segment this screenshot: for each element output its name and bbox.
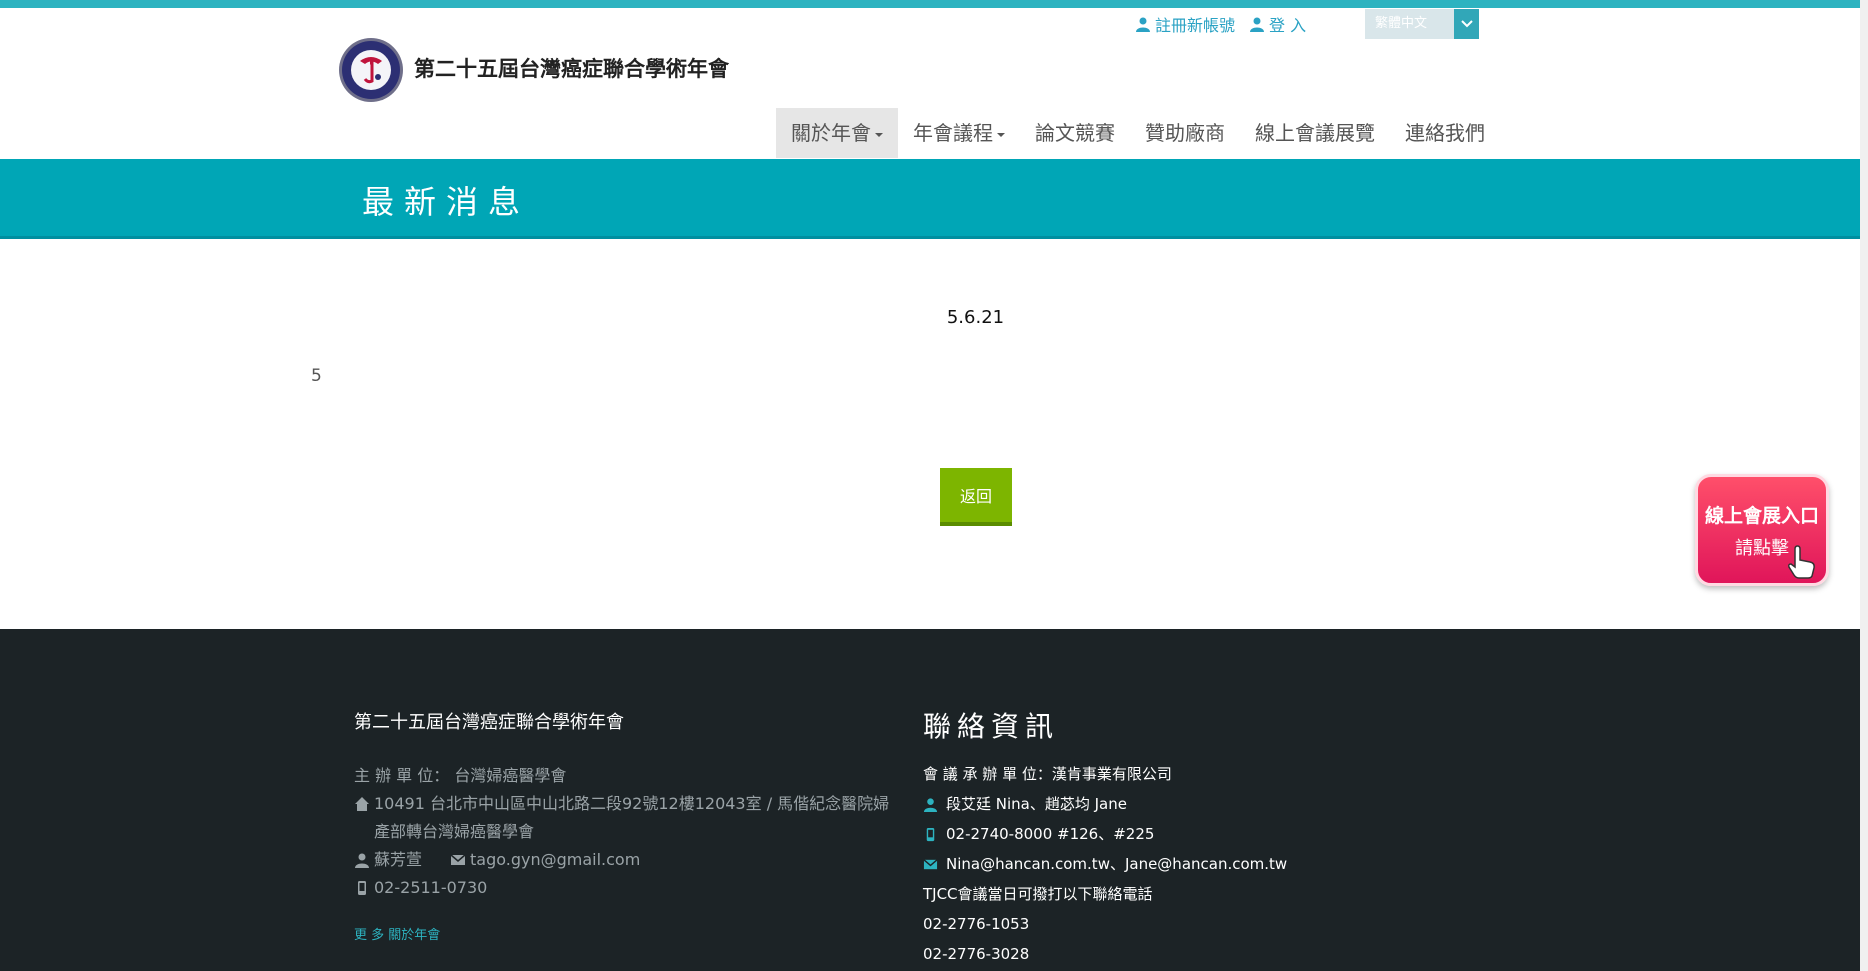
- language-label: 繁體中文: [1375, 16, 1428, 31]
- footer-contact-emails[interactable]: Nina@hancan.com.tw、Jane@hancan.com.tw: [946, 849, 1287, 879]
- nav-online-exhibition[interactable]: 線上會議展覽: [1240, 108, 1390, 158]
- footer-phone-row: 02-2511-0730: [354, 874, 894, 902]
- article-body: 5: [311, 366, 322, 386]
- footer-contact-title: 聯絡資訊: [923, 710, 1060, 743]
- user-icon: [1136, 17, 1150, 32]
- footer-contact-email-row: Nina@hancan.com.tw、Jane@hancan.com.tw: [923, 849, 1423, 879]
- expo-line1: 線上會展入口: [1704, 505, 1819, 527]
- home-icon: [355, 797, 369, 811]
- footer-organizer: 主 辦 單 位： 台灣婦癌醫學會: [354, 766, 567, 785]
- caret-down-icon: [997, 133, 1005, 137]
- nav-agenda[interactable]: 年會議程: [898, 108, 1020, 158]
- nav-contact[interactable]: 連絡我們: [1390, 108, 1500, 158]
- footer-email[interactable]: tago.gyn@gmail.com: [470, 846, 640, 874]
- footer-contact-people: 段艾廷 Nina、趙苾均 Jane: [946, 795, 1127, 813]
- nav-label: 線上會議展覽: [1255, 121, 1375, 145]
- online-expo-button[interactable]: 線上會展入口 請點擊: [1695, 474, 1829, 586]
- nav-label: 關於年會: [791, 121, 871, 145]
- footer-address: 10491 台北市中山區中山北路二段92號12樓12043室 / 馬偕紀念醫院婦…: [374, 794, 890, 841]
- nav-label: 年會議程: [913, 121, 993, 145]
- chevron-down-icon: [1460, 20, 1473, 28]
- nav-label: 贊助廠商: [1145, 121, 1225, 145]
- footer-address-row: 10491 台北市中山區中山北路二段92號12樓12043室 / 馬偕紀念醫院婦…: [354, 790, 894, 846]
- user-icon: [923, 797, 938, 812]
- footer-contact-row: 蘇芳萱 tago.gyn@gmail.com: [354, 846, 894, 874]
- nav-sponsors[interactable]: 贊助廠商: [1130, 108, 1240, 158]
- footer-contact-name: 蘇芳萱: [374, 850, 423, 869]
- back-button[interactable]: 返回: [940, 468, 1012, 526]
- footer-contact-organizer: 會 議 承 辦 單 位：漢肯事業有限公司: [923, 765, 1172, 783]
- footer-contact-phone3: 02-2776-3028: [923, 945, 1030, 963]
- mobile-phone-icon: [358, 881, 366, 895]
- page: 註冊新帳號 登 入 繁體中文 第二十五屆台灣癌症聯合學術年會 關於年會 年會議程…: [0, 0, 1860, 971]
- mobile-phone-icon: [926, 827, 935, 841]
- site-title[interactable]: 第二十五屆台灣癌症聯合學術年會: [414, 53, 729, 83]
- login-label: 登 入: [1269, 16, 1307, 35]
- envelope-icon: [450, 854, 466, 865]
- main-nav: 關於年會 年會議程 論文競賽 贊助廠商 線上會議展覽 連絡我們: [776, 108, 1500, 158]
- language-select[interactable]: 繁體中文: [1365, 9, 1479, 39]
- footer-contact-people-row: 段艾廷 Nina、趙苾均 Jane: [923, 789, 1423, 819]
- account-links: 註冊新帳號 登 入: [1135, 12, 1306, 36]
- page-title: 最新消息: [362, 183, 531, 221]
- register-label: 註冊新帳號: [1155, 16, 1236, 35]
- footer-contact-info: 聯絡資訊 會 議 承 辦 單 位：漢肯事業有限公司 段艾廷 Nina、趙苾均 J…: [923, 705, 1423, 969]
- user-icon: [355, 853, 369, 868]
- nav-about[interactable]: 關於年會: [776, 108, 898, 158]
- top-accent-line: [0, 0, 1860, 8]
- article-title: 5.6.21: [946, 307, 1005, 328]
- page-scrollbar[interactable]: [1860, 0, 1868, 971]
- footer-contact-note: TJCC會議當日可撥打以下聯絡電話: [923, 885, 1153, 903]
- footer-phone: 02-2511-0730: [374, 878, 488, 897]
- language-dropdown-button[interactable]: [1454, 9, 1479, 39]
- caret-down-icon: [875, 133, 883, 137]
- footer-site-title: 第二十五屆台灣癌症聯合學術年會: [354, 712, 624, 733]
- envelope-icon: [923, 858, 938, 869]
- footer-contact-phone-row: 02-2740-8000 #126、#225: [923, 819, 1423, 849]
- user-icon: [1250, 17, 1265, 32]
- footer-contact-phone2: 02-2776-1053: [923, 915, 1030, 933]
- pointing-hand-icon: [1788, 545, 1815, 579]
- login-link[interactable]: 登 入: [1249, 12, 1306, 36]
- footer: 第二十五屆台灣癌症聯合學術年會 主 辦 單 位： 台灣婦癌醫學會 10491 台…: [0, 629, 1860, 971]
- page-banner: 最新消息: [0, 159, 1860, 239]
- nav-label: 連絡我們: [1405, 121, 1485, 145]
- society-logo[interactable]: [338, 37, 404, 103]
- nav-label: 論文競賽: [1035, 121, 1115, 145]
- more-about-link[interactable]: 更 多 關於年會: [354, 924, 894, 943]
- footer-contact-phone: 02-2740-8000 #126、#225: [946, 825, 1155, 843]
- footer-about: 第二十五屆台灣癌症聯合學術年會 主 辦 單 位： 台灣婦癌醫學會 10491 台…: [354, 708, 894, 943]
- nav-paper-contest[interactable]: 論文競賽: [1020, 108, 1130, 158]
- register-link[interactable]: 註冊新帳號: [1135, 12, 1235, 36]
